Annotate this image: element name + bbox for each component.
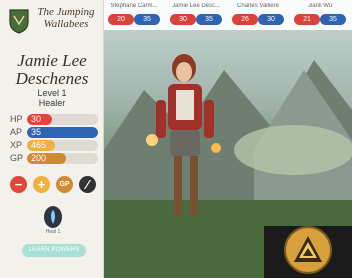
ap-label: AP (10, 127, 23, 137)
toggle-button[interactable]: ⁄ (79, 176, 96, 193)
character-left-boot (174, 156, 182, 216)
valley-light (234, 125, 352, 175)
ap-stat: AP 35 (10, 127, 98, 138)
team-crest-icon (9, 9, 29, 34)
character-panel: The Jumping Wallabees Jamie Lee Deschene… (0, 0, 104, 278)
party-member-name: Jamie Lee Desc... (171, 3, 221, 9)
party-member-hp: 20 (108, 14, 134, 25)
team-name: The Jumping Wallabees (37, 6, 95, 30)
plus-button[interactable]: + (33, 176, 50, 193)
hp-label: HP (10, 114, 23, 124)
gp-value: 200 (31, 153, 47, 163)
xp-stat: XP 465 (10, 140, 98, 151)
character-class: Healer (38, 98, 66, 108)
party-member-ap: 35 (320, 14, 346, 25)
character-magic-glow-right (211, 143, 221, 153)
party-member-ap: 35 (134, 14, 160, 25)
minus-button[interactable]: − (10, 176, 27, 193)
character-skirt (170, 130, 200, 156)
xp-label: XP (10, 140, 23, 150)
character-right-boot (190, 156, 198, 216)
party-member-hp: 26 (232, 14, 258, 25)
party-strip: Stephane Carm... 20 35 Jamie Lee Desc...… (104, 0, 352, 30)
action-buttons: − + GP ⁄ (10, 176, 98, 194)
character-shirt (176, 90, 194, 120)
hp-value: 30 (31, 114, 42, 124)
camera-overlay (264, 226, 352, 278)
gp-stat: GP 200 (10, 153, 98, 164)
party-member-name: Charles Vallière (237, 3, 279, 9)
character-level: Level 1 (37, 88, 67, 98)
xp-value: 465 (31, 140, 47, 150)
gp-bar: 200 (27, 153, 98, 164)
ap-value: 35 (31, 127, 42, 137)
party-member[interactable]: Jianli Wu 21 35 (290, 0, 352, 30)
party-member-hp: 30 (170, 14, 196, 25)
character-name: Jamie Lee Deschenes (15, 51, 89, 88)
heal-power-icon[interactable] (44, 206, 62, 228)
character-left-arm (156, 100, 166, 138)
party-member-name: Stephane Carm... (110, 3, 158, 9)
party-member-hp: 21 (294, 14, 320, 25)
party-member-ap: 35 (196, 14, 222, 25)
xp-bar: 465 (27, 140, 98, 151)
character-face (176, 62, 192, 82)
character-right-arm (204, 100, 214, 138)
party-member[interactable]: Stephane Carm... 20 35 (104, 0, 166, 30)
party-member-name: Jianli Wu (307, 3, 333, 9)
hp-bar: 30 (27, 114, 98, 125)
hp-stat: HP 30 (10, 114, 98, 125)
character-magic-glow-left (146, 134, 158, 146)
learn-powers-button[interactable]: LEARN POWERS (22, 244, 86, 257)
power-label: Heal 1 (45, 229, 61, 235)
gp-label: GP (10, 153, 24, 163)
party-member-ap: 30 (258, 14, 284, 25)
party-member[interactable]: Jamie Lee Desc... 30 35 (166, 0, 228, 30)
party-member[interactable]: Charles Vallière 26 30 (228, 0, 290, 30)
gp-button[interactable]: GP (56, 176, 73, 193)
guild-medal-icon (284, 226, 332, 274)
ap-bar: 35 (27, 127, 98, 138)
